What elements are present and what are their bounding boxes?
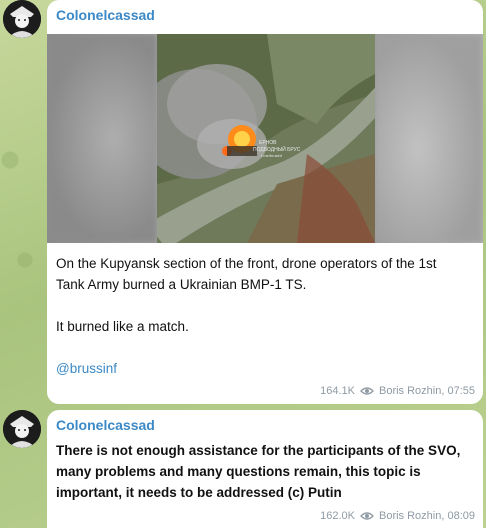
sender-name[interactable]: Colonelcassad bbox=[56, 417, 155, 433]
message-meta: 162.0K Boris Rozhin, 08:09 bbox=[320, 510, 475, 522]
sender-name[interactable]: Colonelcassad bbox=[56, 7, 155, 23]
message-text-2: It burned like a match. bbox=[56, 319, 189, 334]
message-text-line: many problems and many questions remain,… bbox=[56, 464, 421, 479]
channel-link[interactable]: @brussinf bbox=[56, 358, 117, 379]
message-text-line: Tank Army burned a Ukrainian BMP-1 TS. bbox=[56, 277, 307, 292]
view-count: 164.1K bbox=[320, 385, 355, 397]
avatar[interactable] bbox=[3, 0, 41, 38]
avatar[interactable] bbox=[3, 410, 41, 448]
message-bubble[interactable]: Colonelcassad There is not enough assist… bbox=[47, 410, 483, 528]
media-blur-right bbox=[375, 34, 483, 243]
watermark-line-2: ПОДВОДНЫЙ БРУС bbox=[253, 145, 301, 153]
message-bubble[interactable]: Colonelcassad ЕРНОВ ПОДВОДНЫЙ БРУС t.me/… bbox=[47, 0, 483, 404]
message-meta: 164.1K Boris Rozhin, 07:55 bbox=[320, 385, 475, 397]
burning-vehicle-image: ЕРНОВ ПОДВОДНЫЙ БРУС t.me/brusinf bbox=[157, 34, 375, 243]
author-time: Boris Rozhin, 08:09 bbox=[379, 510, 475, 522]
author-time: Boris Rozhin, 07:55 bbox=[379, 385, 475, 397]
watermark-line-3: t.me/brusinf bbox=[261, 153, 283, 158]
view-count: 162.0K bbox=[320, 510, 355, 522]
media-blur-left bbox=[47, 34, 157, 243]
message-text: On the Kupyansk section of the front, dr… bbox=[56, 253, 436, 295]
message-text-line: important, it needs to be addressed (c) … bbox=[56, 485, 342, 500]
video-thumbnail[interactable]: ЕРНОВ ПОДВОДНЫЙ БРУС t.me/brusinf bbox=[47, 34, 483, 243]
message-text: There is not enough assistance for the p… bbox=[56, 440, 460, 503]
message-text-line: On the Kupyansk section of the front, dr… bbox=[56, 256, 437, 271]
message-text-line: There is not enough assistance for the p… bbox=[56, 443, 461, 458]
watermark-line-1: ЕРНОВ bbox=[259, 140, 277, 146]
eye-icon bbox=[360, 387, 374, 395]
eye-icon bbox=[360, 512, 374, 520]
